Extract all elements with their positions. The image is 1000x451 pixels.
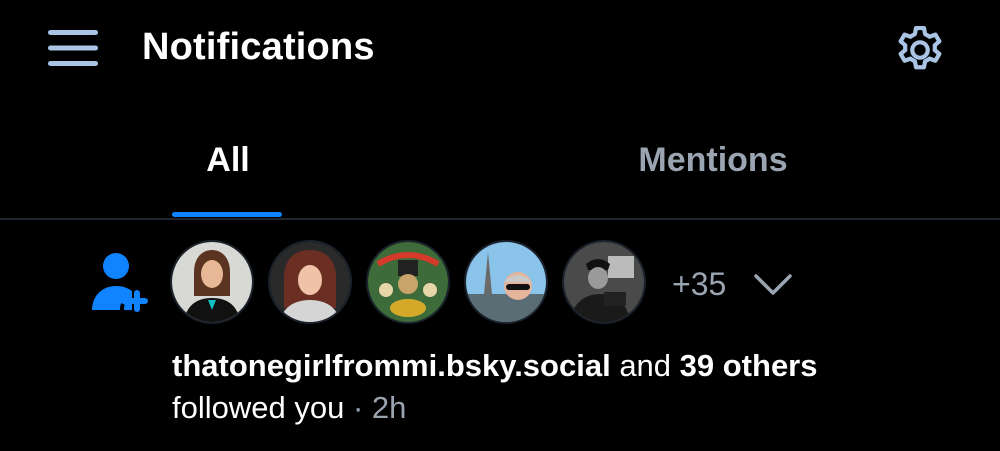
header: Notifications [0, 0, 1000, 100]
user-handle-link[interactable]: thatonegirlfrommi.bsky.social [172, 348, 611, 383]
page-title: Notifications [142, 26, 375, 68]
action-text: followed you [172, 390, 345, 425]
gear-icon[interactable] [892, 22, 948, 78]
tab-mentions[interactable]: Mentions [470, 138, 956, 182]
separator: · [344, 390, 372, 425]
others-count: 39 others [679, 348, 818, 383]
avatar[interactable] [562, 240, 646, 324]
hamburger-menu-icon[interactable] [46, 26, 100, 70]
avatar[interactable] [170, 240, 254, 324]
chevron-down-icon[interactable] [752, 270, 794, 300]
avatar[interactable] [464, 240, 548, 324]
tab-all[interactable]: All [0, 138, 456, 182]
person-add-icon [92, 253, 148, 312]
active-tab-indicator [172, 212, 282, 217]
tab-bar: All Mentions [0, 120, 1000, 220]
avatar[interactable] [366, 240, 450, 324]
avatar[interactable] [268, 240, 352, 324]
follow-notification[interactable]: +35 thatonegirlfrommi.bsky.social and 39… [0, 222, 1000, 451]
notification-action: followed you · 2h [172, 388, 406, 428]
connector-text: and [610, 348, 680, 383]
timestamp: 2h [371, 390, 407, 425]
more-followers-count[interactable]: +35 [672, 262, 726, 306]
notification-summary: thatonegirlfrommi.bsky.social and 39 oth… [172, 346, 818, 386]
